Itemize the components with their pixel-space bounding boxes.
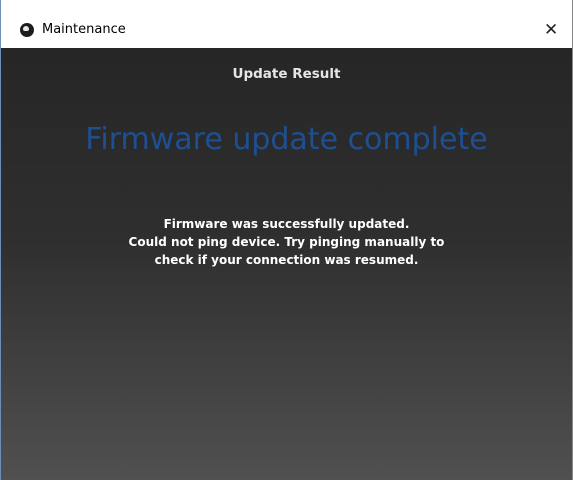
close-icon: ✕ bbox=[544, 20, 559, 40]
message-line: Firmware was successfully updated. bbox=[163, 217, 410, 231]
window-title: Maintenance bbox=[42, 22, 126, 37]
app-logo-icon bbox=[20, 23, 34, 37]
status-message: Firmware was successfully updated. Could… bbox=[1, 215, 572, 269]
title-bar[interactable]: Maintenance ✕ bbox=[1, 0, 572, 48]
content-panel: Update Result Firmware update complete F… bbox=[1, 48, 572, 480]
message-line: Could not ping device. Try pinging manua… bbox=[128, 235, 445, 249]
status-headline: Firmware update complete bbox=[85, 122, 488, 157]
close-button[interactable]: ✕ bbox=[530, 14, 572, 46]
message-line: check if your connection was resumed. bbox=[154, 253, 419, 267]
maintenance-window: Maintenance ✕ Update Result Firmware upd… bbox=[0, 0, 573, 480]
section-title: Update Result bbox=[232, 66, 341, 82]
